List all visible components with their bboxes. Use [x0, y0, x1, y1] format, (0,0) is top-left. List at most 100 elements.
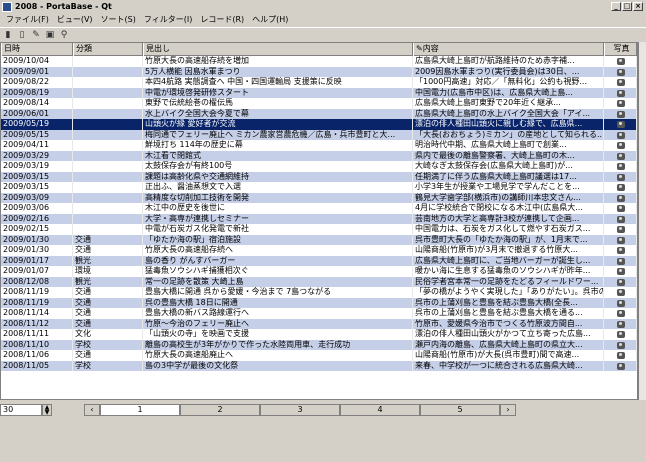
column-header-date[interactable]: 日時 — [1, 43, 73, 56]
table-row[interactable]: 2009/03/19 太鼓保存会が有終100号 大崎なぎ太鼓保存会(広島県大崎上島町… — [1, 161, 637, 172]
prev-page-button[interactable]: ‹ — [84, 404, 100, 416]
table-row[interactable]: 2009/02/16 大学・高専が連携しセミナー 芸南地方の大学と高専計3校が連携し… — [1, 213, 637, 224]
page-size-input[interactable]: 30 — [0, 404, 42, 416]
camera-icon[interactable] — [617, 58, 625, 65]
camera-icon[interactable] — [617, 331, 625, 338]
next-page-button[interactable]: › — [500, 404, 516, 416]
page-button-1[interactable]: 1 — [100, 404, 180, 416]
camera-icon[interactable] — [617, 299, 625, 307]
menu-sort[interactable]: ソート(S) — [97, 14, 140, 25]
camera-icon[interactable] — [617, 320, 625, 328]
camera-icon[interactable] — [617, 352, 625, 359]
table-row[interactable]: 2009/08/19 中電が環境啓発研修スタート 中国電力(広島市中区)は、広島県大… — [1, 87, 637, 98]
menu-record[interactable]: レコード(R) — [196, 14, 248, 25]
camera-icon[interactable] — [617, 110, 625, 118]
table-row[interactable]: 2009/01/30 交通 竹原大長の高速船存続へ 山陽商船(竹原市)が3月末で撤退す… — [1, 245, 637, 256]
cell-date: 2008/11/10 — [1, 339, 73, 350]
camera-icon[interactable] — [617, 278, 625, 286]
table-row[interactable]: 2009/08/14 東野で伝統絵巻の櫂伝馬 広島県大崎上島町東野で20年近く継承.… — [1, 98, 637, 109]
page-button-4[interactable]: 4 — [340, 404, 420, 416]
camera-icon[interactable] — [617, 89, 625, 97]
cell-content: 明治時代中期、広島県大崎上島町で創業... — [413, 140, 604, 151]
camera-icon[interactable] — [617, 142, 625, 149]
column-header-photo[interactable]: 写真 — [604, 43, 637, 56]
camera-icon[interactable] — [617, 226, 625, 233]
table-row[interactable]: 2008/11/10 学校 離島の高校生が3年がかりで作った水陸両用車、走行成功 瀬戸… — [1, 339, 637, 350]
delete-record-icon[interactable]: ▣ — [44, 29, 56, 41]
table-row[interactable]: 2008/11/06 交通 竹原大長の高速船廃止へ 山陽商船(竹原市)が大長(呉市豊町… — [1, 350, 637, 361]
table-row[interactable]: 2008/11/14 交通 豊島大橋の新バス路線運行へ 呉市の上蒲刈島と豊島を結ぶ豊島… — [1, 308, 637, 319]
menu-file[interactable]: ファイル(F) — [2, 14, 53, 25]
table-row[interactable]: 2009/05/19 山頭火が縁 愛好者が交流 漂泊の俳人種田山頭火に親しむ縁で、広… — [1, 119, 637, 130]
camera-icon[interactable] — [617, 163, 625, 170]
table-row[interactable]: 2009/03/15 課題は高齢化県や交通網維持 任期満了に伴う広島県大崎上島町議選… — [1, 171, 637, 182]
camera-icon[interactable] — [617, 68, 625, 76]
camera-icon[interactable] — [617, 173, 625, 181]
table-row[interactable]: 2008/11/05 学校 島の3中学が最後の文化祭 来春、中学校が一つに統合される広… — [1, 360, 637, 371]
cell-category — [73, 182, 143, 193]
table-row[interactable]: 2009/03/06 木江中の歴史を後世に 4月に学校統合で閉校になる木江中(広島県… — [1, 203, 637, 214]
camera-icon[interactable] — [617, 121, 625, 128]
column-header-content[interactable]: ✎内容 — [413, 43, 604, 56]
camera-icon[interactable] — [617, 247, 625, 254]
page-button-2[interactable]: 2 — [180, 404, 260, 416]
table-row[interactable]: 2009/03/15 正出ふ、醤油蒸想文で入選 小学3年生が授業や工場見学で学んだこ… — [1, 182, 637, 193]
table-row[interactable]: 2009/01/30 交通 「ゆたか海の駅」宿泊施設 呉市豊町大長の「ゆたか海の駅」が… — [1, 234, 637, 245]
menu-help[interactable]: ヘルプ(H) — [248, 14, 292, 25]
cell-category — [73, 224, 143, 235]
open-icon[interactable]: ▮ — [2, 29, 14, 41]
cell-headline: 常一の足跡を散策 大崎上島 — [143, 276, 413, 287]
find-icon[interactable]: ⚲ — [58, 29, 70, 41]
menu-view[interactable]: ビュー(V) — [53, 14, 97, 25]
camera-icon[interactable] — [617, 310, 625, 317]
table-row[interactable]: 2009/02/15 中電が石炭ガス化発電で新社 中国電力は、石炭をガス化して燃やす… — [1, 224, 637, 235]
table-row[interactable]: 2009/01/07 環境 猛毒魚ソウシハギ捕獲相次ぐ 暖かい海に生息する猛毒魚のソウ… — [1, 266, 637, 277]
page-button-3[interactable]: 3 — [260, 404, 340, 416]
camera-icon[interactable] — [617, 289, 625, 296]
cell-date: 2009/01/30 — [1, 245, 73, 256]
new-record-icon[interactable]: ▯ — [16, 29, 28, 41]
table-row[interactable]: 2008/11/19 交通 豊島大橋に開通 呉から愛媛・今治まで 7島つながる 「夢の… — [1, 287, 637, 298]
camera-icon[interactable] — [617, 79, 625, 86]
camera-icon[interactable] — [617, 268, 625, 275]
table-row[interactable]: 2009/09/01 5万人横能 因島水軍まつり 2009因島水軍まつり(実行委員会… — [1, 66, 637, 77]
table-row[interactable]: 2009/04/11 鮮境打ち 114年の歴史に幕 明治時代中期、広島県大崎上島町で… — [1, 140, 637, 151]
minimize-button[interactable]: _ — [611, 2, 621, 11]
close-button[interactable]: × — [633, 2, 643, 11]
edit-record-icon[interactable]: ✎ — [30, 29, 42, 41]
menu-filter[interactable]: フィルター(I) — [140, 14, 196, 25]
title-bar: 2008 - PortaBase - Qt _ □ × — [0, 0, 646, 13]
table-row[interactable]: 2009/06/01 水上バイク全国大会今夏で幕 広島県大崎上島町の水上バイク全国大… — [1, 108, 637, 119]
camera-icon[interactable] — [617, 131, 625, 139]
table-row[interactable]: 2009/03/09 高精度な切削加工技術を開発 鶴見大学歯学部(横浜市)の講師川本… — [1, 192, 637, 203]
cell-content: 竹原市、愛媛県今治市でつくる竹原波方間自... — [413, 318, 604, 329]
camera-icon[interactable] — [617, 152, 625, 160]
column-header-category[interactable]: 分類 — [73, 43, 143, 56]
table-row[interactable]: 2008/11/19 交通 呉の豊島大橋 18日に開通 呉市の上蒲刈島と豊島を結ぶ豊島… — [1, 297, 637, 308]
table-row[interactable]: 2009/05/15 梅同通でフェリー廃止へ ミカン農家営農危機／広島・兵市豊町と… — [1, 129, 637, 140]
vertical-scrollbar[interactable] — [638, 42, 646, 400]
table-row[interactable]: 2008/11/12 交通 竹原～今治のフェリー廃止へ 竹原市、愛媛県今治市でつくる竹… — [1, 318, 637, 329]
column-header-headline[interactable]: 見出し — [143, 43, 413, 56]
camera-icon[interactable] — [617, 236, 625, 244]
camera-icon[interactable] — [617, 205, 625, 212]
cell-content: 民俗学者宮本常一の足跡をたどるフィールドワー... — [413, 276, 604, 287]
camera-icon[interactable] — [617, 362, 625, 370]
camera-icon[interactable] — [617, 100, 625, 107]
cell-category: 観光 — [73, 276, 143, 287]
page-size-spinner[interactable]: ▲ ▼ — [42, 404, 52, 416]
table-row[interactable]: 2009/01/17 観光 島の香り がんすバーガー 広島県大崎上島町に、ご当地バーガ… — [1, 255, 637, 266]
camera-icon[interactable] — [617, 184, 625, 191]
camera-icon[interactable] — [617, 257, 625, 265]
page-button-5[interactable]: 5 — [420, 404, 500, 416]
camera-icon[interactable] — [617, 194, 625, 202]
table-row[interactable]: 2008/12/08 観光 常一の足跡を散策 大崎上島 民俗学者宮本常一の足跡をたどる… — [1, 276, 637, 287]
table-row[interactable]: 2009/10/04 竹原大長の高速船存続を増加 広島県大崎上島町が航路維持のため赤… — [1, 56, 637, 67]
table-row[interactable]: 2008/11/11 文化 「山頭火の寺」を映画で支援 漂泊の俳人種田山頭火がかつて立… — [1, 329, 637, 340]
cell-content: 2009因島水軍まつり(実行委員会)は30日、... — [413, 66, 604, 77]
camera-icon[interactable] — [617, 341, 625, 349]
table-row[interactable]: 2009/03/29 木江看で閉館式 県内で最後の離島警察署、大崎上島町の木... — [1, 150, 637, 161]
camera-icon[interactable] — [617, 215, 625, 223]
maximize-button[interactable]: □ — [622, 2, 632, 11]
table-row[interactable]: 2009/08/22 本四4航路 実態調査へ 中国・四国運輸局 支援策に反映 「10… — [1, 77, 637, 88]
